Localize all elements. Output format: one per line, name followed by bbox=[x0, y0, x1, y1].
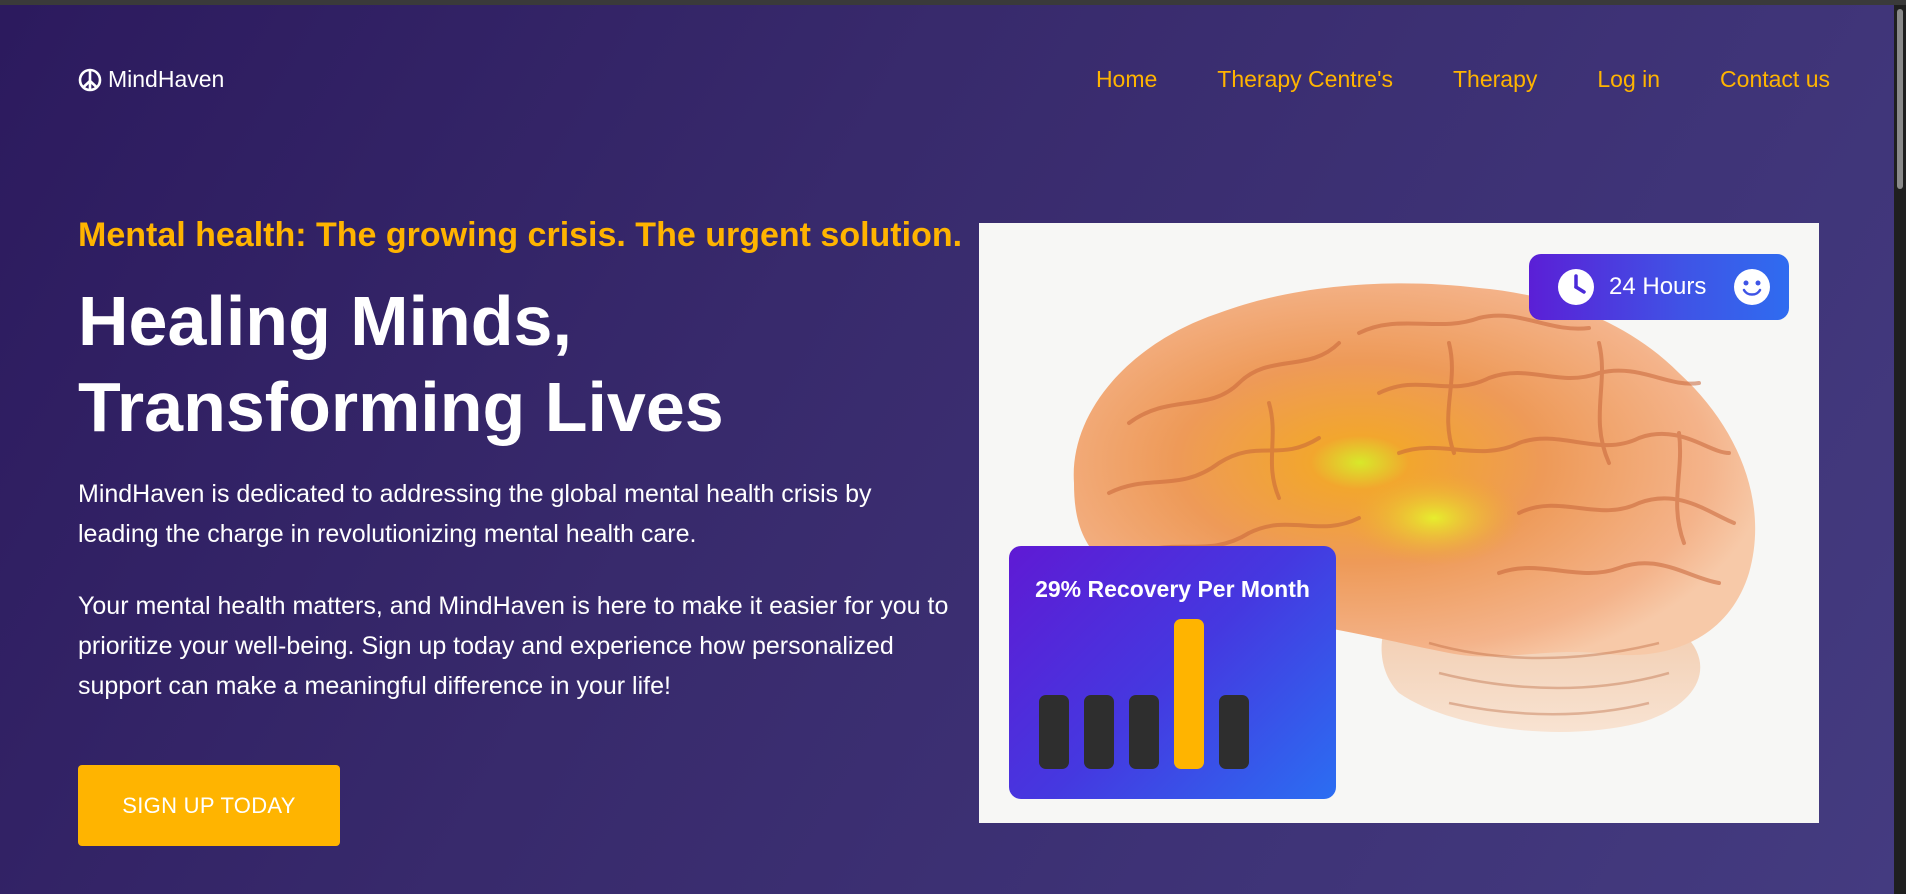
recovery-bar bbox=[1129, 695, 1159, 769]
hero-tagline: Mental health: The growing crisis. The u… bbox=[78, 216, 963, 254]
hero-headline: Healing Minds, Transforming Lives bbox=[78, 278, 958, 450]
main-nav: Home Therapy Centre's Therapy Log in Con… bbox=[1096, 66, 1830, 93]
recovery-stat-card: 29% Recovery Per Month bbox=[1009, 546, 1336, 799]
hero-paragraph-2: Your mental health matters, and MindHave… bbox=[78, 592, 949, 700]
signup-button[interactable]: SIGN UP TODAY bbox=[78, 765, 340, 846]
nav-link-home[interactable]: Home bbox=[1096, 66, 1157, 93]
hours-label: 24 Hours bbox=[1609, 273, 1707, 300]
recovery-bar bbox=[1219, 695, 1249, 769]
headline-line-1: Healing Minds, bbox=[78, 282, 572, 360]
clock-icon bbox=[1557, 268, 1595, 306]
recovery-title: 29% Recovery Per Month bbox=[1035, 576, 1310, 602]
scrollbar-thumb[interactable] bbox=[1897, 9, 1903, 189]
availability-card: 24 Hours bbox=[1529, 254, 1789, 320]
recovery-bar-highlight bbox=[1174, 619, 1204, 769]
peace-icon bbox=[78, 68, 102, 92]
smiley-icon bbox=[1733, 268, 1771, 306]
hero-paragraph-1: MindHaven is dedicated to addressing the… bbox=[78, 480, 872, 548]
recovery-bar bbox=[1084, 695, 1114, 769]
nav-link-login[interactable]: Log in bbox=[1597, 66, 1660, 93]
brand-name: MindHaven bbox=[108, 66, 225, 92]
headline-line-2: Transforming Lives bbox=[78, 368, 724, 446]
recovery-bar bbox=[1039, 695, 1069, 769]
brand-logo[interactable]: MindHaven bbox=[78, 66, 224, 93]
nav-link-therapy-centres[interactable]: Therapy Centre's bbox=[1217, 66, 1393, 93]
nav-link-contact[interactable]: Contact us bbox=[1720, 66, 1830, 93]
page-scrollbar[interactable] bbox=[1894, 5, 1906, 894]
nav-link-therapy[interactable]: Therapy bbox=[1453, 66, 1537, 93]
